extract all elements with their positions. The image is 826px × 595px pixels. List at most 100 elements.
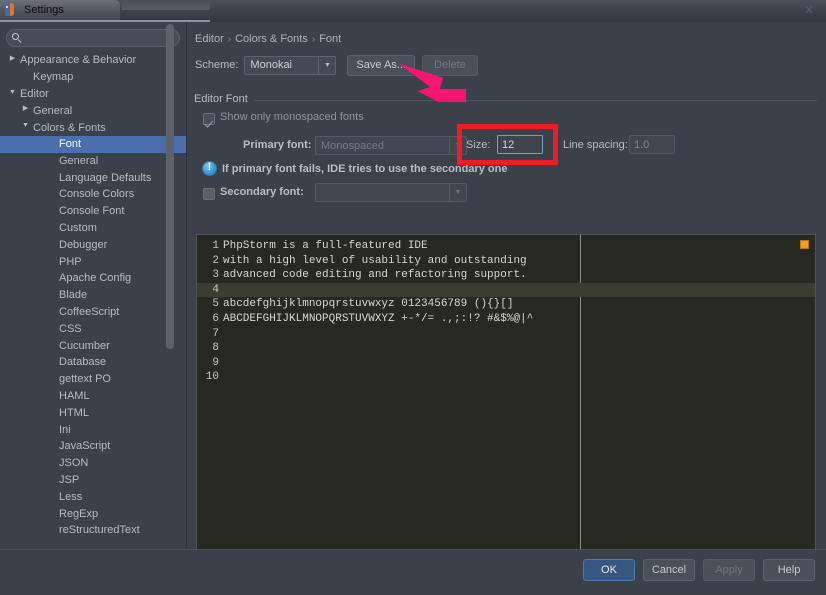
preview-line: 1 PhpStorm is a full-featured IDE: [197, 239, 815, 254]
sidebar-item-colors-fonts[interactable]: ▼ Colors & Fonts: [0, 119, 186, 136]
save-as-button[interactable]: Save As...: [347, 54, 415, 76]
dialog-footer: OK Cancel Apply Help: [0, 549, 826, 595]
sidebar-item-label: CSS: [59, 322, 82, 335]
marker-square-icon[interactable]: [800, 240, 809, 249]
search-input[interactable]: [26, 31, 178, 47]
sidebar-item-label: JSP: [59, 473, 80, 486]
line-spacing-input[interactable]: [629, 135, 675, 154]
show-only-monospaced-label: Show only monospaced fonts: [220, 111, 364, 123]
sidebar-item-blade[interactable]: Blade: [0, 287, 186, 304]
sidebar-item-label: JavaScript: [59, 440, 111, 453]
scheme-dropdown-value: Monokai: [250, 59, 292, 71]
sidebar-item-label: Keymap: [33, 70, 74, 83]
preview-line-text: PhpStorm is a full-featured IDE: [223, 240, 428, 252]
sidebar-item-editor[interactable]: ▼ Editor: [0, 86, 186, 103]
close-icon[interactable]: ✕: [798, 2, 820, 18]
preview-line-number: 1: [212, 240, 219, 252]
sidebar-item-regexp[interactable]: RegExp: [0, 506, 186, 523]
sidebar-item-php[interactable]: PHP: [0, 254, 186, 271]
sidebar-item-haml[interactable]: HAML: [0, 388, 186, 405]
scheme-dropdown[interactable]: Monokai ▼: [244, 55, 337, 75]
sidebar-item-label: Cucumber: [59, 339, 110, 352]
sidebar-item-html[interactable]: HTML: [0, 405, 186, 422]
window-title-tab[interactable]: Settings: [0, 0, 120, 20]
breadcrumb-item: Font: [319, 33, 342, 45]
preview-line: 5 abcdefghijklmnopqrstuvwxyz 0123456789 (…: [197, 297, 815, 312]
settings-tree[interactable]: ▶ Appearance & Behavior Keymap ▼ Editor ▶ Gene…: [0, 52, 186, 549]
sidebar-item-debugger[interactable]: Debugger: [0, 237, 186, 254]
search-box[interactable]: [6, 29, 180, 47]
sidebar-item-label: Colors & Fonts: [33, 121, 106, 134]
preview-line-number: 9: [212, 356, 219, 369]
sidebar-item-coffeescript[interactable]: CoffeeScript: [0, 304, 186, 321]
secondary-font-hint: If primary font fails, IDE tries to use …: [222, 163, 508, 175]
sidebar-item-css[interactable]: CSS: [0, 321, 186, 338]
sidebar-item-custom[interactable]: Custom: [0, 220, 186, 237]
sidebar-item-general[interactable]: ▶ General: [0, 102, 186, 119]
sidebar-item-label: Blade: [59, 289, 88, 302]
secondary-font-dropdown: ▼: [315, 183, 467, 202]
group-divider: [194, 100, 817, 101]
preview-line: 2 with a high level of usability and outs…: [197, 254, 815, 269]
sidebar-item-label: reStructuredText: [59, 524, 140, 537]
sidebar-item-cucumber[interactable]: Cucumber: [0, 338, 186, 355]
primary-font-dropdown: Monospaced ▼: [315, 136, 467, 155]
primary-font-value: Monospaced: [321, 139, 384, 152]
sidebar-item-keymap[interactable]: Keymap: [0, 69, 186, 86]
sidebar-item-appearance-behavior[interactable]: ▶ Appearance & Behavior: [0, 52, 186, 69]
sidebar-item-restructuredtext[interactable]: reStructuredText: [0, 522, 186, 539]
chevron-right-icon[interactable]: ▶: [8, 52, 17, 68]
preview-line-text: ABCDEFGHIJKLMNOPQRSTUVWXYZ +-*/= .,;:!? …: [223, 312, 534, 325]
font-size-input[interactable]: [497, 135, 543, 154]
titlebar-inactive-tab: [122, 0, 210, 10]
sidebar-item-label: gettext PO: [59, 373, 111, 386]
sidebar-item-ini[interactable]: Ini: [0, 422, 186, 439]
sidebar-scrollbar-track[interactable]: [166, 22, 180, 519]
sidebar-item-gettext-po[interactable]: gettext PO: [0, 371, 186, 388]
ok-button[interactable]: OK: [583, 559, 635, 581]
chevron-right-icon[interactable]: ▶: [21, 101, 30, 118]
sidebar-item-console-colors[interactable]: Console Colors: [0, 186, 186, 203]
chevron-down-icon[interactable]: ▼: [8, 85, 17, 102]
preview-text: 1 PhpStorm is a full-featured IDE 2 with a …: [197, 239, 815, 385]
sidebar-item-general[interactable]: General: [0, 153, 186, 170]
secondary-font-checkbox[interactable]: [203, 188, 215, 200]
preview-line-number: 2: [212, 254, 219, 267]
chevron-down-icon: ▼: [449, 184, 466, 201]
sidebar-item-language-defaults[interactable]: Language Defaults: [0, 170, 186, 187]
preview-line-number: 7: [212, 327, 219, 340]
preview-line-number: 8: [212, 342, 219, 355]
primary-font-label: Primary font:: [243, 139, 312, 151]
chevron-down-icon: ▼: [449, 137, 466, 154]
preview-line-number: 10: [205, 371, 219, 384]
sidebar-item-font[interactable]: Font: [0, 135, 186, 153]
preview-line-number: 3: [212, 269, 219, 282]
sidebar-item-database[interactable]: Database: [0, 354, 186, 371]
breadcrumb-separator: ›: [311, 34, 316, 45]
preview-line: 9: [197, 356, 815, 371]
font-size-label: Size:: [466, 139, 491, 151]
breadcrumb-item[interactable]: Editor: [195, 33, 224, 45]
apply-button: Apply: [703, 559, 755, 581]
sidebar-scrollbar-thumb[interactable]: [166, 24, 174, 349]
preview-line-number: 4: [212, 283, 219, 296]
info-icon: [202, 161, 217, 176]
sidebar-item-jsp[interactable]: JSP: [0, 472, 186, 489]
sidebar-item-label: Less: [59, 490, 83, 503]
help-button[interactable]: Help: [763, 559, 815, 581]
font-preview-editor[interactable]: 1 PhpStorm is a full-featured IDE 2 with a …: [196, 234, 816, 561]
sidebar-item-apache-config[interactable]: Apache Config: [0, 270, 186, 287]
show-only-monospaced-checkbox[interactable]: [203, 113, 215, 125]
breadcrumb-item[interactable]: Colors & Fonts: [235, 33, 308, 45]
sidebar-item-label: General: [59, 154, 99, 167]
cancel-button[interactable]: Cancel: [643, 559, 695, 581]
sidebar-item-json[interactable]: JSON: [0, 455, 186, 472]
preview-line: 6 ABCDEFGHIJKLMNOPQRSTUVWXYZ +-*/= .,;:!?…: [197, 312, 815, 327]
settings-window: Settings ✕ ▶ Appearance & Behavior Keymap ▼…: [0, 0, 826, 595]
sidebar-item-label: Font: [59, 137, 82, 150]
line-spacing-label: Line spacing:: [563, 139, 628, 151]
sidebar-item-less[interactable]: Less: [0, 489, 186, 506]
sidebar-item-console-font[interactable]: Console Font: [0, 203, 186, 220]
chevron-down-icon[interactable]: ▼: [21, 118, 30, 135]
sidebar-item-javascript[interactable]: JavaScript: [0, 438, 186, 455]
